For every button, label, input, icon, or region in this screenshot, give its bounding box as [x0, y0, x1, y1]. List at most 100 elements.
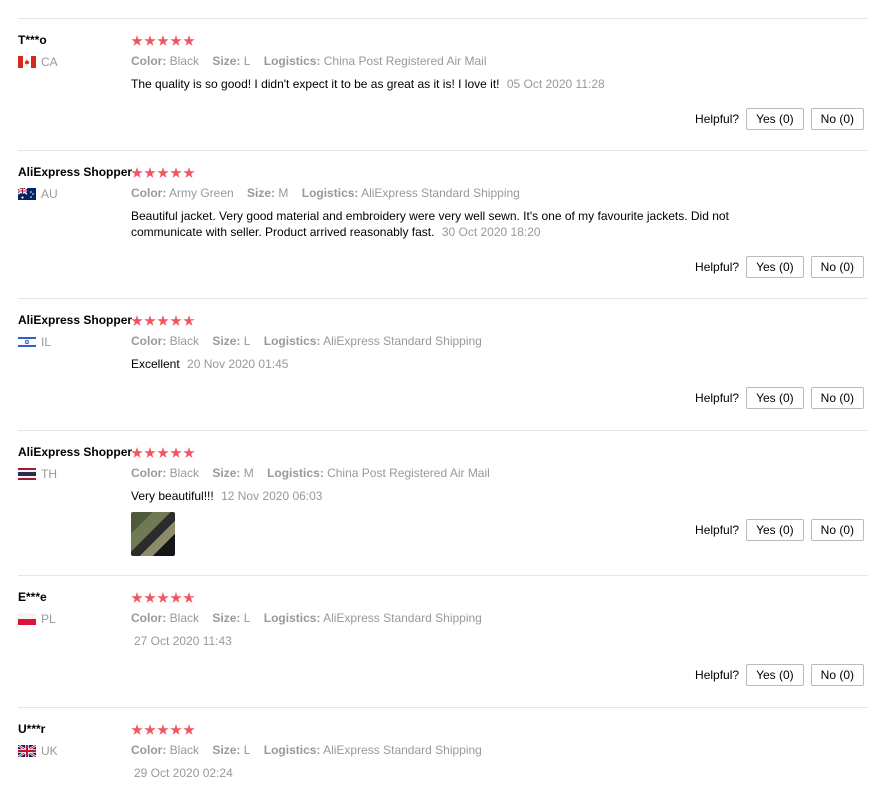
star-rating	[131, 591, 868, 605]
flag-ca-icon	[18, 56, 36, 68]
star-icon	[183, 724, 195, 735]
star-icon	[183, 447, 195, 458]
star-half-icon	[183, 592, 195, 603]
star-icon	[144, 167, 156, 178]
country-code: PL	[41, 612, 56, 626]
logistics-label: Logistics:	[267, 466, 324, 480]
helpful-label: Helpful?	[695, 523, 740, 537]
helpful-controls: Helpful? Yes (0) No (0)	[695, 387, 864, 409]
helpful-yes-button[interactable]: Yes (0)	[746, 519, 804, 541]
star-half-icon	[183, 315, 195, 326]
review-body: Beautiful jacket. Very good material and…	[131, 209, 729, 239]
star-icon	[144, 592, 156, 603]
star-icon	[157, 167, 169, 178]
logistics-label: Logistics:	[263, 54, 321, 68]
user-name: T***o	[18, 33, 47, 47]
review-meta: Color: Black Size: L Logistics: AliExpre…	[131, 334, 868, 348]
review-photo-thumbnail[interactable]	[131, 512, 175, 556]
user-country: UK	[18, 744, 130, 758]
helpful-yes-button[interactable]: Yes (0)	[746, 256, 804, 278]
helpful-controls: Helpful? Yes (0) No (0)	[695, 519, 864, 541]
helpful-label: Helpful?	[695, 260, 740, 274]
size-value: M	[243, 466, 254, 480]
color-label: Color:	[131, 743, 167, 757]
logistics-label: Logistics:	[263, 743, 321, 757]
size-value: L	[243, 611, 251, 625]
helpful-controls: Helpful? Yes (0) No (0)	[695, 664, 864, 686]
color-label: Color:	[131, 54, 167, 68]
helpful-yes-button[interactable]: Yes (0)	[746, 108, 804, 130]
size-label: Size:	[247, 186, 276, 200]
color-value: Black	[169, 334, 200, 348]
star-icon	[183, 35, 195, 46]
user-country: TH	[18, 467, 130, 481]
review-list: T***o CA Color: Black Size: L Logistics:…	[18, 18, 868, 798]
star-rating	[131, 166, 868, 180]
star-icon	[157, 724, 169, 735]
logistics-value: China Post Registered Air Mail	[323, 54, 487, 68]
review-user: T***o CA	[18, 33, 130, 69]
color-label: Color:	[131, 466, 167, 480]
star-rating	[131, 314, 868, 328]
country-code: CA	[41, 55, 58, 69]
review-user: AliExpress Shopper TH	[18, 445, 132, 481]
user-name: AliExpress Shopper	[18, 165, 133, 179]
color-label: Color:	[131, 334, 167, 348]
star-rating	[131, 446, 868, 460]
star-icon	[131, 724, 143, 735]
review-date: 29 Oct 2020 02:24	[134, 766, 233, 780]
review-item: T***o CA Color: Black Size: L Logistics:…	[18, 18, 868, 150]
size-value: L	[243, 743, 251, 757]
star-icon	[157, 447, 169, 458]
star-icon	[183, 167, 195, 178]
review-meta: Color: Black Size: M Logistics: China Po…	[131, 466, 868, 480]
helpful-label: Helpful?	[695, 668, 740, 682]
helpful-controls: Helpful? Yes (0) No (0)	[695, 256, 864, 278]
review-item: AliExpress Shopper TH Color: Black Size:…	[18, 430, 868, 575]
helpful-no-button[interactable]: No (0)	[810, 256, 864, 278]
color-value: Black	[169, 611, 200, 625]
helpful-yes-button[interactable]: Yes (0)	[746, 664, 804, 686]
review-user: E***e PL	[18, 590, 130, 626]
logistics-label: Logistics:	[301, 186, 359, 200]
helpful-no-button[interactable]: No (0)	[810, 108, 864, 130]
review-content: Color: Black Size: L Logistics: AliExpre…	[131, 299, 868, 372]
star-icon	[131, 35, 143, 46]
star-icon	[170, 592, 182, 603]
logistics-value: AliExpress Standard Shipping	[361, 186, 520, 200]
review-body: Excellent	[131, 357, 180, 371]
color-label: Color:	[131, 611, 167, 625]
review-text: The quality is so good! I didn't expect …	[131, 76, 781, 92]
review-item: AliExpress Shopper AU Color: Army Green …	[18, 150, 868, 298]
review-text: Very beautiful!!! 12 Nov 2020 06:03	[131, 488, 781, 504]
country-code: TH	[41, 467, 57, 481]
helpful-no-button[interactable]: No (0)	[810, 387, 864, 409]
helpful-no-button[interactable]: No (0)	[810, 519, 864, 541]
star-icon	[170, 724, 182, 735]
helpful-no-button[interactable]: No (0)	[810, 664, 864, 686]
review-body: The quality is so good! I didn't expect …	[131, 77, 500, 91]
star-rating	[131, 723, 868, 737]
user-country: CA	[18, 55, 130, 69]
flag-il-icon	[18, 336, 36, 348]
logistics-value: China Post Registered Air Mail	[327, 466, 490, 480]
size-value: L	[243, 334, 251, 348]
star-icon	[144, 447, 156, 458]
logistics-label: Logistics:	[263, 334, 321, 348]
country-code: AU	[41, 187, 58, 201]
review-date: 20 Nov 2020 01:45	[187, 357, 289, 371]
review-date: 27 Oct 2020 11:43	[134, 634, 232, 648]
review-text: Excellent 20 Nov 2020 01:45	[131, 356, 781, 372]
logistics-label: Logistics:	[263, 611, 321, 625]
review-item: U***r UK Color: Black Size: L Logistics:…	[18, 707, 868, 798]
review-meta: Color: Black Size: L Logistics: AliExpre…	[131, 743, 868, 757]
flag-pl-icon	[18, 613, 36, 625]
review-content: Color: Army Green Size: M Logistics: Ali…	[131, 151, 868, 240]
helpful-label: Helpful?	[695, 391, 740, 405]
star-icon	[157, 592, 169, 603]
helpful-yes-button[interactable]: Yes (0)	[746, 387, 804, 409]
review-content: Color: Black Size: L Logistics: China Po…	[131, 19, 868, 92]
user-name: U***r	[18, 722, 46, 736]
color-value: Black	[169, 743, 200, 757]
helpful-label: Helpful?	[695, 112, 740, 126]
